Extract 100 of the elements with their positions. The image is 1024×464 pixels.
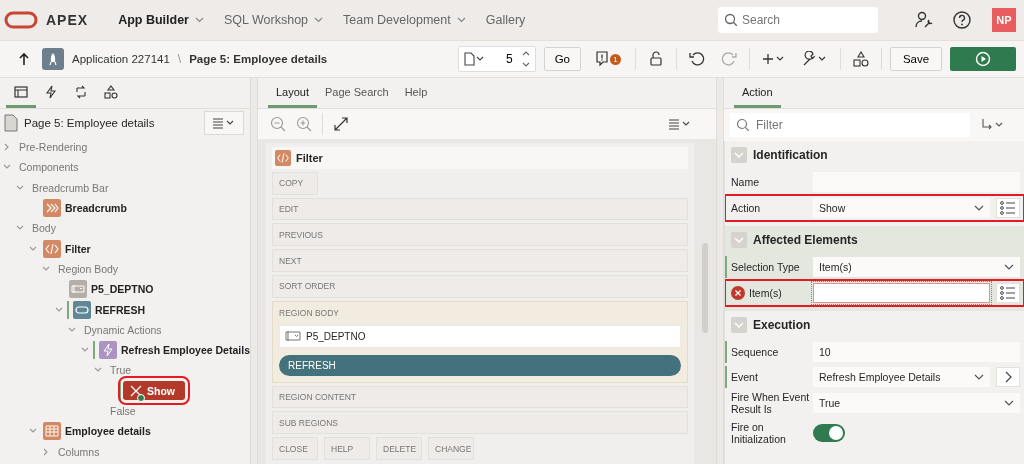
table-icon [43,422,61,441]
nav-menu-item[interactable]: App Builder [118,13,204,27]
position-slot[interactable]: SUB REGIONS [272,411,688,434]
page-icon[interactable] [462,52,485,66]
lock-icon[interactable] [648,51,664,67]
tree-node[interactable]: Breadcrumb Bar [28,178,111,198]
redo-icon[interactable] [721,51,737,67]
nav-menu-item[interactable]: Gallery [485,13,526,27]
tree-node[interactable]: Breadcrumb [41,198,129,218]
chevron-right-icon [1004,371,1012,383]
group-title: Affected Elements [753,233,858,247]
application-link[interactable]: Application 227141 [72,53,170,65]
user-avatar[interactable]: NP [992,8,1016,32]
position-slot[interactable]: SORT ORDER [272,274,688,298]
app-icon [42,48,64,70]
position-slot[interactable]: COPY [272,171,318,195]
position-slot[interactable]: PREVIOUS [272,223,688,247]
undo-icon[interactable] [689,51,705,67]
position-slot[interactable]: DELETE [376,437,422,460]
run-button[interactable] [950,47,1016,71]
property-label: Fire on Initialization [731,421,787,445]
shapes-icon[interactable] [853,51,869,67]
play-icon [975,51,991,67]
position-slot[interactable]: HELP [324,437,370,460]
list-button[interactable] [996,198,1020,218]
warning-icon[interactable] [595,51,609,67]
list-icon [1000,286,1016,300]
page-number-field[interactable]: 5 [490,51,515,67]
position-slot[interactable]: CLOSE [272,437,318,460]
panel-tab[interactable]: Page Search [317,78,397,108]
page-item[interactable]: P5_DEPTNO [279,324,681,348]
page-selector[interactable]: 5 [457,46,536,72]
region-header[interactable]: Filter [272,147,688,169]
menu-button[interactable] [204,111,244,135]
item-name: P5_DEPTNO [306,330,366,342]
position-slot[interactable]: EDIT [272,197,688,221]
save-button[interactable]: Save [890,47,942,71]
search-field[interactable]: Search [718,7,878,33]
expand-icon[interactable] [333,116,349,132]
tree-node[interactable]: Filter [41,239,93,259]
warning-count-badge: 1 [610,53,621,65]
filter-field[interactable]: Filter [730,113,970,137]
help-icon[interactable] [952,10,972,30]
search-icon [724,13,738,27]
collapse-toggle-icon[interactable] [731,317,747,333]
tree-node[interactable]: Refresh Employee Details [97,340,250,360]
text-field[interactable]: 10 [813,342,1020,362]
collapse-toggle-icon[interactable] [731,147,747,163]
tree-node[interactable]: P5_DEPTNO [67,279,156,299]
list-icon [1000,201,1016,215]
position-slot[interactable]: REGION CONTENT [272,385,688,409]
tree-node[interactable]: REFRESH [71,300,148,319]
position-slot[interactable]: CHANGE [428,437,474,460]
text-field[interactable] [813,283,990,303]
select-field[interactable]: Item(s) [813,257,1020,277]
tree-view-icon [14,84,28,99]
tree-node[interactable]: Columns [54,442,102,462]
tree-node[interactable]: Components [15,157,81,177]
property-label: Selection Type [731,261,800,273]
group-title: Identification [753,148,828,162]
list-button[interactable] [996,283,1020,303]
zoom-out-icon[interactable] [270,116,286,132]
chevron-down-icon [974,374,984,380]
chevron-down-icon [974,205,984,211]
nav-menu-item[interactable]: Team Development [343,13,466,27]
plus-icon[interactable] [762,52,786,66]
go-button[interactable]: Go [543,47,581,71]
caret-icon [314,17,324,23]
property-label: Fire When Event Result Is [731,391,811,415]
tree-node[interactable]: Pre-Rendering [15,137,90,157]
position-slot[interactable]: NEXT [272,249,688,272]
chevron-down-icon [1004,400,1014,406]
select-field[interactable]: True [813,393,1020,413]
tree-node[interactable]: Body [28,218,58,238]
tree-node[interactable]: Dynamic Actions [80,320,164,340]
tree-node[interactable]: Employee details [41,421,153,441]
tree-node[interactable]: True [106,360,134,380]
chevron-down-icon [1004,264,1014,270]
field-icon [285,330,301,343]
wrench-icon[interactable] [802,51,828,67]
property-label: Action [731,202,761,214]
select-field[interactable]: Show [813,198,990,218]
tree-node[interactable]: False [106,401,138,421]
search-icon [736,118,750,132]
region-body-slot[interactable]: REGION BODY P5_DEPTNO REFRESH [272,300,688,383]
zoom-in-icon[interactable] [296,116,312,132]
panel-tab[interactable]: Help [396,78,436,108]
select-field[interactable]: Refresh Employee Details [813,367,990,387]
nav-menu-item[interactable]: SQL Workshop [223,13,324,27]
refresh-button[interactable]: REFRESH [279,354,681,376]
toggle-switch[interactable] [813,424,845,442]
tree-node[interactable]: Region Body [54,259,121,279]
group-title: Execution [753,318,811,332]
page-heading: Page 5: Employee details [24,117,155,129]
user-wrench-icon[interactable] [914,10,934,30]
page-icon [4,114,18,132]
collapse-toggle-icon[interactable] [731,232,747,248]
next-button[interactable] [996,367,1020,387]
up-arrow-icon[interactable] [18,52,30,66]
menu-icon [668,118,692,130]
